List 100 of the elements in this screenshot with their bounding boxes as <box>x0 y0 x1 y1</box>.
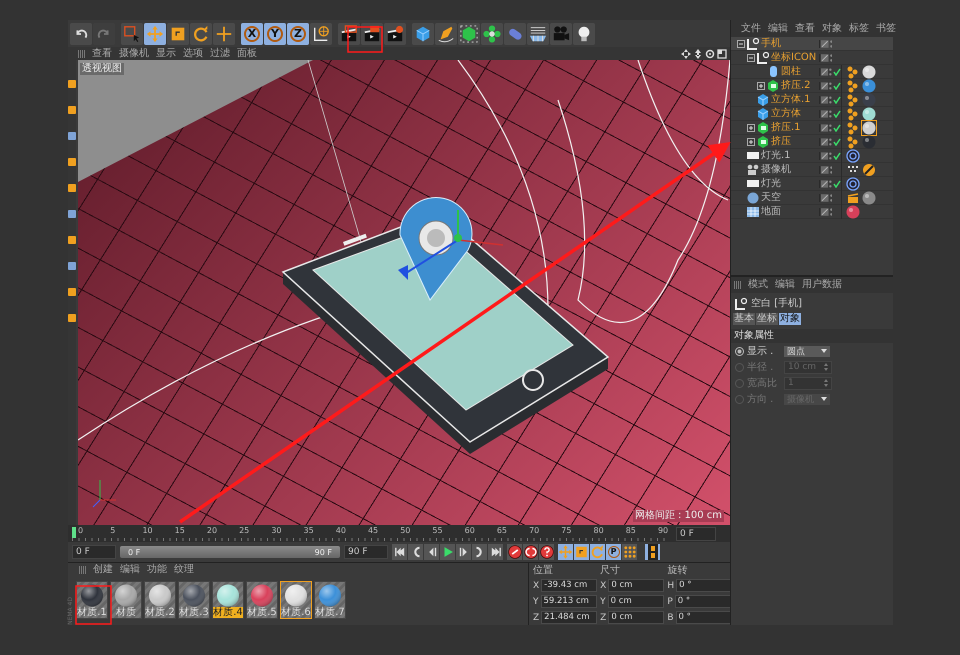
layer-visibility-icon[interactable] <box>821 208 829 216</box>
menu-item[interactable]: 用户数据 <box>802 279 842 291</box>
menu-item[interactable]: 创建 <box>93 564 113 576</box>
axis-button[interactable]: X <box>241 22 263 44</box>
layer-visibility-icon[interactable] <box>821 54 829 62</box>
expander-icon[interactable] <box>757 82 765 90</box>
layer-visibility-icon[interactable] <box>821 194 829 202</box>
key-mode-button[interactable]: P <box>606 544 621 560</box>
menu-item[interactable]: 编辑 <box>120 564 140 576</box>
object-row[interactable]: 圆柱 <box>731 65 893 79</box>
material-swatch[interactable]: 材质 <box>110 581 142 619</box>
tab[interactable]: 坐标 <box>756 313 778 325</box>
visibility-dots-icon[interactable] <box>829 82 832 90</box>
start-frame-field[interactable]: 0 F <box>72 545 116 559</box>
object-row[interactable]: 挤压 <box>731 135 893 149</box>
target-slash-icon[interactable] <box>862 162 876 176</box>
object-name[interactable]: 立方体 <box>771 108 801 120</box>
menu-item[interactable]: 模式 <box>748 279 768 291</box>
tool-button[interactable] <box>527 22 549 44</box>
material-swatch[interactable]: 材质.3 <box>178 581 210 619</box>
menu-item[interactable]: 编辑 <box>775 279 795 291</box>
layer-visibility-icon[interactable] <box>821 110 828 118</box>
menu-item[interactable]: 查看 <box>92 48 112 60</box>
object-name[interactable]: 坐标ICON <box>771 52 816 64</box>
expander-icon[interactable] <box>747 138 755 146</box>
target-rings-icon[interactable] <box>846 176 860 190</box>
grip-handle[interactable] <box>78 50 85 58</box>
tool-button[interactable] <box>412 22 434 44</box>
visibility-dots-icon[interactable] <box>829 96 832 104</box>
material-swatch[interactable]: 材质.4 <box>212 581 244 619</box>
menu-item[interactable]: 摄像机 <box>119 48 149 60</box>
dropdown[interactable]: 圆点 <box>784 346 830 356</box>
object-row[interactable]: 坐标ICON <box>731 51 893 65</box>
checkmark-icon[interactable] <box>833 180 841 188</box>
object-name[interactable]: 天空 <box>761 192 781 204</box>
visibility-dots-icon[interactable] <box>829 180 832 188</box>
object-name[interactable]: 灯光.1 <box>761 150 791 162</box>
menu-item[interactable]: 功能 <box>147 564 167 576</box>
menu-item[interactable]: 编辑 <box>768 22 788 34</box>
tab[interactable]: 对象 <box>779 313 801 325</box>
key-mode-button[interactable] <box>622 544 637 560</box>
menu-item[interactable]: 对象 <box>822 22 842 34</box>
checkmark-icon[interactable] <box>833 68 841 76</box>
object-row[interactable]: 灯光.1 <box>731 149 893 163</box>
checkmark-icon[interactable] <box>833 138 841 146</box>
checkmark-icon[interactable] <box>833 82 841 90</box>
playback-button[interactable] <box>488 544 503 560</box>
menu-item[interactable]: 标签 <box>849 22 869 34</box>
grip-handle[interactable] <box>79 566 86 574</box>
object-row[interactable]: 天空 <box>731 191 893 205</box>
object-name[interactable]: 挤压.2 <box>781 80 811 92</box>
menu-item[interactable]: 显示 <box>156 48 176 60</box>
tool-button[interactable] <box>458 22 480 44</box>
checkmark-icon[interactable] <box>833 96 841 104</box>
object-row[interactable]: 地面 <box>731 205 893 219</box>
visibility-dots-icon[interactable] <box>829 138 832 146</box>
material-tag-icon[interactable] <box>862 106 876 120</box>
axis-button[interactable]: Y <box>264 22 286 44</box>
visibility-dots-icon[interactable] <box>829 110 832 118</box>
checkmark-icon[interactable] <box>833 152 841 160</box>
axis-button[interactable]: Z <box>287 22 309 44</box>
layer-visibility-icon[interactable] <box>821 180 828 188</box>
object-name[interactable]: 圆柱 <box>781 66 801 78</box>
checkmark-icon[interactable] <box>833 110 841 118</box>
layer-visibility-icon[interactable] <box>821 124 828 132</box>
layer-visibility-icon[interactable] <box>821 68 828 76</box>
menu-item[interactable]: 面板 <box>237 48 257 60</box>
playback-button[interactable] <box>408 544 423 560</box>
object-row[interactable]: 挤压.2 <box>731 79 893 93</box>
tool-button[interactable] <box>310 22 332 44</box>
playback-button[interactable] <box>424 544 439 560</box>
coordinate-field[interactable]: 0 cm <box>608 595 664 608</box>
menu-item[interactable]: 文件 <box>741 22 761 34</box>
visibility-dots-icon[interactable] <box>830 194 832 202</box>
material-tag-icon[interactable] <box>862 120 876 134</box>
visibility-dots-icon[interactable] <box>829 124 832 132</box>
object-row[interactable]: 手机 <box>731 37 893 51</box>
frame-field[interactable]: 0 F <box>676 526 716 540</box>
object-row[interactable]: 立方体.1 <box>731 93 893 107</box>
menu-item[interactable]: 书签 <box>876 22 896 34</box>
object-name[interactable]: 灯光 <box>761 178 781 190</box>
object-row[interactable]: 摄像机 <box>731 163 893 177</box>
coordinate-field[interactable]: 0 ° <box>676 611 732 624</box>
key-mode-button[interactable] <box>574 544 589 560</box>
coordinate-field[interactable]: 0 ° <box>674 595 731 608</box>
material-tag-icon[interactable] <box>862 78 876 92</box>
playback-button[interactable] <box>472 544 487 560</box>
material-swatch[interactable]: 材质.1 <box>76 581 108 619</box>
visibility-dots-icon[interactable] <box>830 166 832 174</box>
object-row[interactable]: 灯光 <box>731 177 893 191</box>
timeline-button[interactable] <box>645 544 660 560</box>
coordinate-field[interactable]: -39.43 cm <box>541 579 598 592</box>
clapperboard-tag-icon[interactable] <box>846 190 860 204</box>
visibility-dots-icon[interactable] <box>829 152 832 160</box>
material-tag-icon[interactable] <box>862 134 876 148</box>
expander-icon[interactable] <box>747 124 755 132</box>
tool-button[interactable] <box>573 22 595 44</box>
move-view-icon[interactable] <box>681 48 691 58</box>
layer-visibility-icon[interactable] <box>821 40 829 48</box>
object-name[interactable]: 摄像机 <box>761 164 791 176</box>
